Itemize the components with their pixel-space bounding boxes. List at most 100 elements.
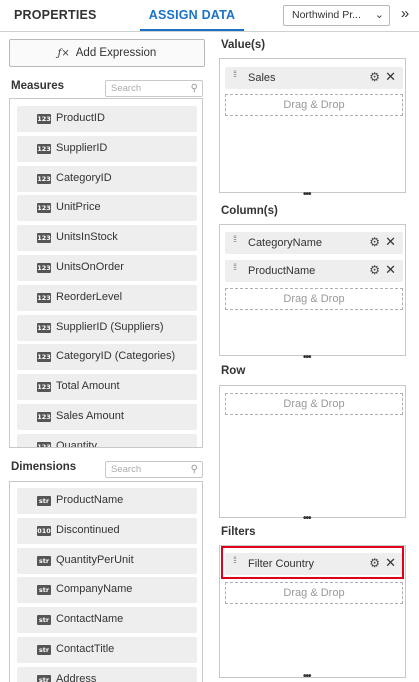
field-type-icon: str bbox=[37, 585, 51, 596]
field-label: ReorderLevel bbox=[56, 290, 123, 303]
field-label: QuantityPerUnit bbox=[56, 553, 134, 566]
values-drag-drop-area[interactable]: Drag & Drop bbox=[225, 94, 403, 116]
field-label: UnitsInStock bbox=[56, 231, 118, 244]
row-drag-drop-area[interactable]: Drag & Drop bbox=[225, 393, 403, 415]
field-type-icon: 123 bbox=[37, 143, 51, 154]
datasource-dropdown[interactable]: Northwind Pr... ⌄ bbox=[283, 5, 390, 26]
field-type-icon: str bbox=[37, 615, 51, 626]
field-label: SupplierID (Suppliers) bbox=[56, 320, 164, 333]
filters-drag-drop-area[interactable]: Drag & Drop bbox=[225, 582, 403, 604]
measures-search-input[interactable]: Search ⚲ bbox=[105, 80, 203, 97]
dimensions-search-input[interactable]: Search ⚲ bbox=[105, 461, 203, 478]
field-type-icon: str bbox=[37, 674, 51, 682]
gear-icon[interactable]: ⚙ bbox=[369, 70, 380, 84]
list-item[interactable]: 123 Sales Amount bbox=[17, 404, 197, 430]
field-type-icon: 123 bbox=[37, 263, 51, 273]
row-title: Row bbox=[221, 365, 246, 377]
list-item[interactable]: 123 CategoryID (Categories) bbox=[17, 344, 197, 371]
columns-drop-zone[interactable]: ⁞⁞ CategoryName ⚙ ✕ ⁞⁞ ProductName ⚙ ✕ D… bbox=[219, 224, 406, 356]
values-title: Value(s) bbox=[221, 39, 266, 51]
panel-header: PROPERTIES ASSIGN DATA Northwind Pr... ⌄… bbox=[0, 0, 419, 32]
list-item[interactable]: 123 ReorderLevel bbox=[17, 284, 197, 311]
drag-handle-icon[interactable]: ⁞⁞ bbox=[233, 70, 239, 79]
close-icon[interactable]: ✕ bbox=[385, 262, 396, 278]
field-type-icon: str bbox=[37, 555, 51, 566]
columns-drag-drop-area[interactable]: Drag & Drop bbox=[225, 288, 403, 310]
measures-search-placeholder: Search bbox=[111, 83, 142, 94]
field-type-icon: 123 bbox=[37, 114, 51, 124]
field-label: Discontinued bbox=[56, 523, 120, 536]
dimensions-title: Dimensions bbox=[11, 461, 77, 473]
values-more-icon[interactable]: ••• bbox=[303, 189, 311, 200]
values-chip-sales[interactable]: ⁞⁞ Sales ⚙ ✕ bbox=[225, 67, 403, 89]
row-drop-zone[interactable]: Drag & Drop bbox=[219, 385, 406, 518]
close-icon[interactable]: ✕ bbox=[385, 69, 396, 85]
search-icon: ⚲ bbox=[190, 464, 198, 475]
field-type-icon: 123 bbox=[37, 322, 51, 333]
drag-handle-icon[interactable]: ⁞⁞ bbox=[233, 235, 239, 244]
chip-label: ProductName bbox=[248, 265, 316, 277]
measures-list[interactable]: 123 ProductID 123 SupplierID 123 CategoryID 12… bbox=[9, 98, 203, 448]
field-type-icon: str bbox=[37, 645, 51, 655]
list-item[interactable]: str CompanyName bbox=[17, 577, 197, 604]
filters-title: Filters bbox=[221, 526, 256, 538]
list-item[interactable]: 123 SupplierID bbox=[17, 135, 197, 162]
field-type-icon: 123 bbox=[37, 382, 51, 393]
list-item[interactable]: str QuantityPerUnit bbox=[17, 547, 197, 574]
field-label: Quantity bbox=[56, 439, 97, 448]
field-label: ContactName bbox=[56, 613, 124, 626]
list-item[interactable]: 123 Total Amount bbox=[17, 374, 197, 401]
filters-more-icon[interactable]: ••• bbox=[303, 671, 311, 682]
collapse-panel-button[interactable]: » bbox=[394, 4, 416, 26]
list-item[interactable]: 123 ProductID bbox=[17, 106, 197, 132]
field-type-icon: 123 bbox=[37, 441, 51, 447]
list-item[interactable]: 123 CategoryID bbox=[17, 165, 197, 192]
drag-handle-icon[interactable]: ⁞⁞ bbox=[233, 263, 239, 272]
columns-chip-categoryname[interactable]: ⁞⁞ CategoryName ⚙ ✕ bbox=[225, 232, 403, 254]
field-label: Sales Amount bbox=[56, 410, 124, 422]
list-item[interactable]: 123 SupplierID (Suppliers) bbox=[17, 314, 197, 341]
measures-title: Measures bbox=[11, 80, 65, 92]
chevron-down-icon: ⌄ bbox=[374, 9, 384, 21]
list-item[interactable]: str ProductName bbox=[17, 488, 197, 514]
list-item[interactable]: str ContactTitle bbox=[17, 637, 197, 663]
add-expression-button[interactable]: ƒ× Add Expression bbox=[9, 39, 205, 67]
field-type-icon: 123 bbox=[37, 173, 51, 184]
field-label: Address bbox=[56, 672, 97, 682]
field-type-icon: 010 bbox=[37, 525, 51, 536]
datasource-value: Northwind Pr... bbox=[292, 9, 361, 21]
field-type-icon: 123 bbox=[37, 203, 51, 214]
add-expression-label: Add Expression bbox=[75, 47, 157, 59]
field-label: CategoryID bbox=[56, 171, 112, 184]
list-item[interactable]: 123 UnitPrice bbox=[17, 195, 197, 222]
columns-more-icon[interactable]: ••• bbox=[303, 352, 311, 363]
tab-properties[interactable]: PROPERTIES bbox=[14, 0, 97, 31]
gear-icon[interactable]: ⚙ bbox=[369, 263, 380, 277]
field-label: ProductID bbox=[56, 112, 105, 124]
chip-label: CategoryName bbox=[248, 237, 322, 249]
list-item[interactable]: 123 UnitsInStock bbox=[17, 225, 197, 252]
dimensions-search-placeholder: Search bbox=[111, 464, 142, 475]
filter-highlight-box bbox=[221, 546, 404, 579]
field-type-icon: 123 bbox=[37, 352, 51, 363]
list-item[interactable]: 123 UnitsOnOrder bbox=[17, 255, 197, 281]
field-type-icon: 123 bbox=[37, 292, 51, 303]
row-more-icon[interactable]: ••• bbox=[303, 513, 311, 524]
close-icon[interactable]: ✕ bbox=[385, 234, 396, 250]
field-type-icon: 123 bbox=[37, 412, 51, 422]
field-type-icon: 123 bbox=[37, 233, 51, 244]
columns-title: Column(s) bbox=[221, 205, 278, 217]
columns-chip-productname[interactable]: ⁞⁞ ProductName ⚙ ✕ bbox=[225, 260, 403, 282]
tab-assign-data[interactable]: ASSIGN DATA bbox=[140, 0, 244, 31]
list-item[interactable]: 123 Quantity bbox=[17, 433, 197, 448]
field-label: ProductName bbox=[56, 494, 124, 506]
gear-icon[interactable]: ⚙ bbox=[369, 235, 380, 249]
field-type-icon: str bbox=[37, 496, 51, 506]
list-item[interactable]: str ContactName bbox=[17, 607, 197, 634]
values-drop-zone[interactable]: ⁞⁞ Sales ⚙ ✕ Drag & Drop bbox=[219, 58, 406, 193]
list-item[interactable]: 010 Discontinued bbox=[17, 517, 197, 544]
dimensions-list[interactable]: str ProductName 010 Discontinued str Quantity… bbox=[9, 481, 203, 682]
function-icon: ƒ× bbox=[57, 48, 70, 59]
search-icon: ⚲ bbox=[190, 83, 198, 94]
list-item[interactable]: str Address bbox=[17, 666, 197, 682]
